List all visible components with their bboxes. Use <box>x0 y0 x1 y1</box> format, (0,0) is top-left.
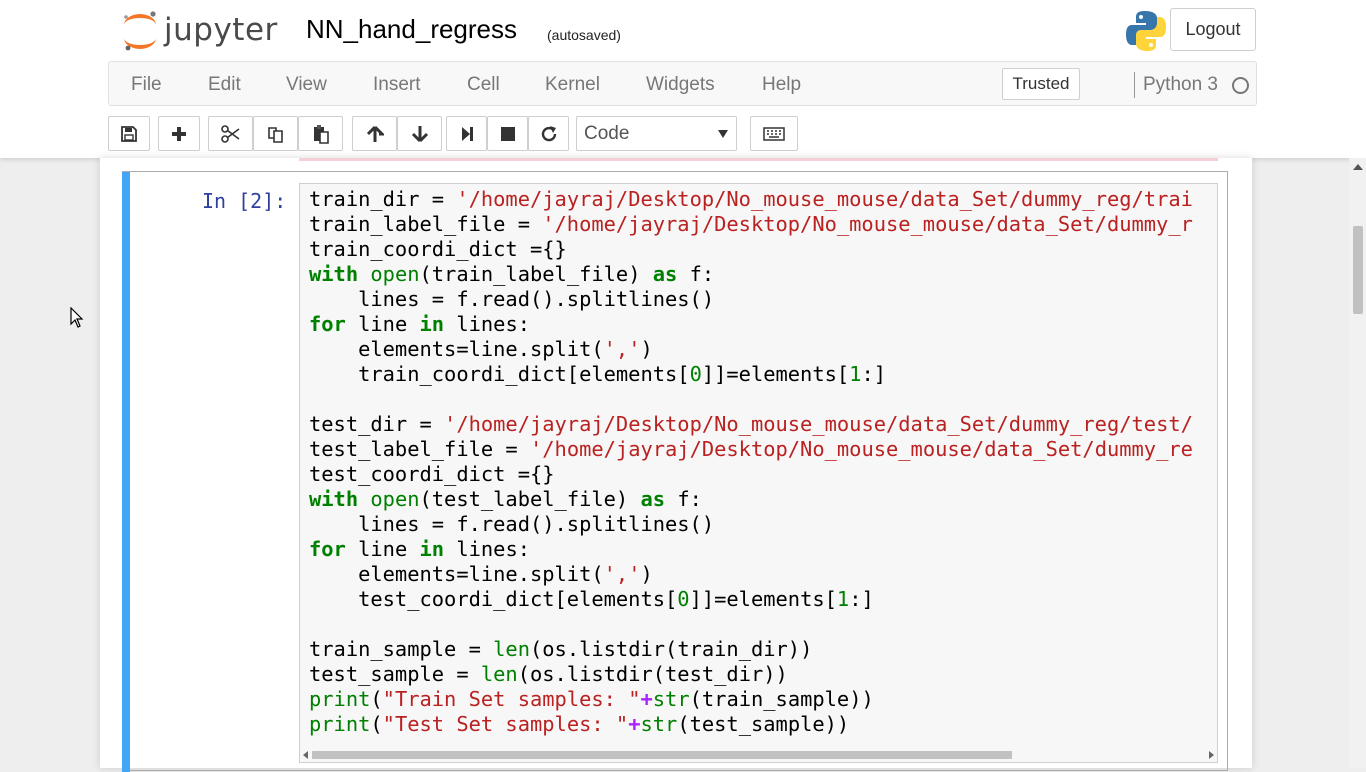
insert-cell-button[interactable] <box>158 116 200 151</box>
code-line: elements=line.split(',') <box>309 562 653 586</box>
plus-icon <box>172 126 186 141</box>
kernel-separator <box>1134 72 1135 98</box>
kernel-idle-icon <box>1232 77 1249 94</box>
arrow-up-icon <box>366 125 384 142</box>
run-button[interactable] <box>446 116 487 151</box>
menu-help[interactable]: Help <box>762 74 801 96</box>
header: jupyter NN_hand_regress (autosaved) Logo… <box>0 0 1366 158</box>
horizontal-scrollbar[interactable] <box>300 747 1217 762</box>
cell-type-select[interactable]: Code <box>576 116 737 151</box>
mouse-cursor-icon <box>70 307 84 328</box>
code-line: with open(train_label_file) as f: <box>309 262 715 286</box>
jupyter-logo-text: jupyter <box>164 12 278 48</box>
code-line: train_dir = '/home/jayraj/Desktop/No_mou… <box>309 187 1193 211</box>
caret-down-icon <box>718 130 728 138</box>
move-up-button[interactable] <box>352 116 397 151</box>
previous-cell-edge <box>299 158 1218 161</box>
code-line: test_coordi_dict[elements[0]]=elements[1… <box>309 587 874 611</box>
menu-widgets[interactable]: Widgets <box>646 74 715 96</box>
paste-button[interactable] <box>298 116 343 151</box>
code-line: test_label_file = '/home/jayraj/Desktop/… <box>309 437 1193 461</box>
code-line: for line in lines: <box>309 312 531 336</box>
paste-icon <box>313 124 329 144</box>
interrupt-button[interactable] <box>487 116 528 151</box>
autosave-status: (autosaved) <box>547 27 621 43</box>
menu-edit[interactable]: Edit <box>208 74 241 96</box>
horizontal-scrollbar-thumb[interactable] <box>312 751 1012 759</box>
python-logo-icon <box>1124 9 1168 53</box>
cut-button[interactable] <box>208 116 253 151</box>
notebook-title[interactable]: NN_hand_regress <box>306 14 517 45</box>
scroll-up-icon[interactable] <box>1353 164 1363 170</box>
trusted-indicator[interactable]: Trusted <box>1002 68 1080 100</box>
code-text: train_dir = '/home/jayraj/Desktop/No_mou… <box>309 187 1193 737</box>
input-prompt: In [2]: <box>202 189 287 213</box>
page-scrollbar-thumb[interactable] <box>1353 226 1363 314</box>
kernel-name[interactable]: Python 3 <box>1143 74 1218 96</box>
copy-icon <box>267 126 283 143</box>
code-line: test_sample = len(os.listdir(test_dir)) <box>309 662 788 686</box>
code-line: for line in lines: <box>309 537 531 561</box>
code-line: train_label_file = '/home/jayraj/Desktop… <box>309 212 1193 236</box>
jupyter-logo[interactable]: jupyter <box>120 8 290 52</box>
scroll-left-icon[interactable] <box>303 751 308 759</box>
save-button[interactable] <box>108 116 150 151</box>
command-palette-button[interactable] <box>750 116 798 151</box>
scissors-icon <box>220 124 239 143</box>
logout-button[interactable]: Logout <box>1170 8 1256 51</box>
menubar: File Edit View Insert Cell Kernel Widget… <box>108 61 1257 106</box>
code-line: print("Train Set samples: "+str(train_sa… <box>309 687 874 711</box>
move-down-button[interactable] <box>397 116 442 151</box>
save-icon <box>121 125 137 142</box>
menu-cell[interactable]: Cell <box>467 74 500 96</box>
arrow-down-icon <box>411 125 428 142</box>
cell-selected-bar <box>122 172 130 772</box>
code-editor[interactable]: train_dir = '/home/jayraj/Desktop/No_mou… <box>299 183 1218 763</box>
code-line: with open(test_label_file) as f: <box>309 487 702 511</box>
menu-insert[interactable]: Insert <box>373 74 421 96</box>
cell-type-value: Code <box>584 123 630 144</box>
menu-view[interactable]: View <box>286 74 327 96</box>
code-line: print("Test Set samples: "+str(test_samp… <box>309 712 850 736</box>
code-line: test_coordi_dict ={} <box>309 462 555 486</box>
notebook-container: In [2]: train_dir = '/home/jayraj/Deskto… <box>100 158 1252 772</box>
refresh-icon <box>541 125 556 141</box>
copy-button[interactable] <box>253 116 298 151</box>
code-line: train_sample = len(os.listdir(train_dir)… <box>309 637 813 661</box>
code-line: test_dir = '/home/jayraj/Desktop/No_mous… <box>309 412 1193 436</box>
code-line: train_coordi_dict ={} <box>309 237 567 261</box>
code-cell[interactable]: In [2]: train_dir = '/home/jayraj/Deskto… <box>122 171 1228 772</box>
scroll-right-icon[interactable] <box>1209 751 1214 759</box>
stop-icon <box>500 126 515 141</box>
menu-file[interactable]: File <box>131 74 162 96</box>
code-line: lines = f.read().splitlines() <box>309 512 715 536</box>
keyboard-icon <box>763 126 785 141</box>
code-line: train_coordi_dict[elements[0]]=elements[… <box>309 362 887 386</box>
code-line: elements=line.split(',') <box>309 337 653 361</box>
page-scrollbar[interactable] <box>1349 158 1366 768</box>
jupyter-logo-icon <box>124 11 156 51</box>
step-forward-icon <box>461 126 473 141</box>
code-line: lines = f.read().splitlines() <box>309 287 715 311</box>
restart-button[interactable] <box>528 116 569 151</box>
menu-kernel[interactable]: Kernel <box>545 74 600 96</box>
